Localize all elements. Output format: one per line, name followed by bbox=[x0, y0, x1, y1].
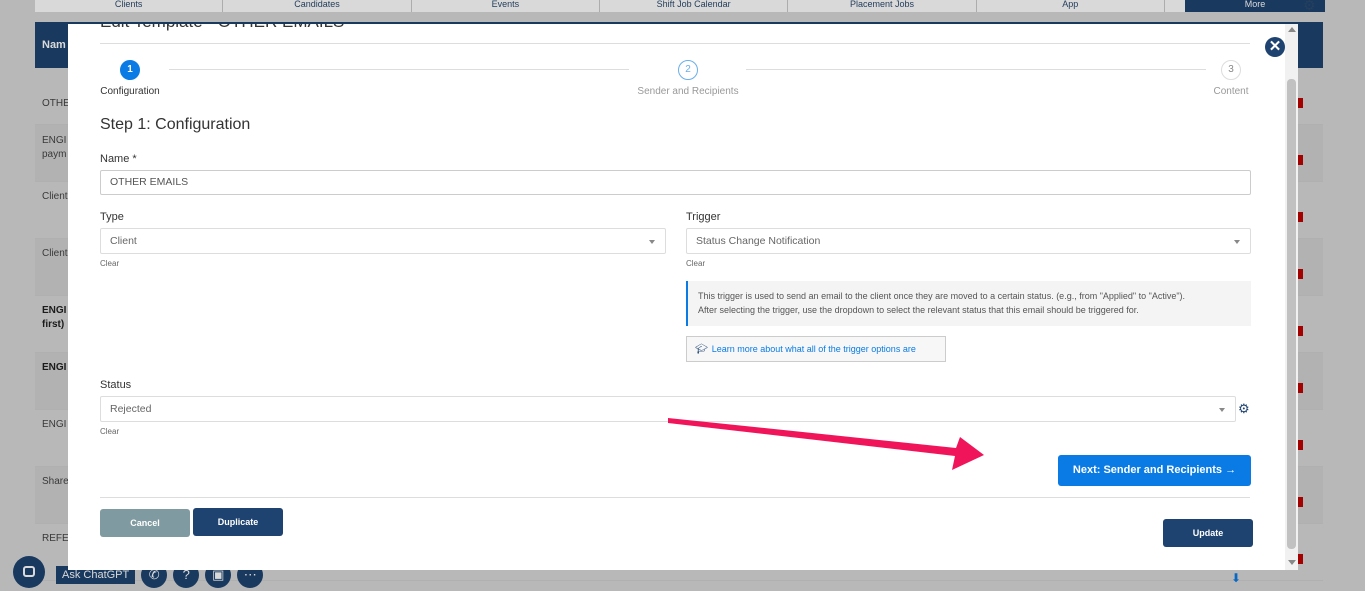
annotation-arrow-shape bbox=[668, 418, 984, 470]
annotation-arrow bbox=[668, 418, 984, 470]
